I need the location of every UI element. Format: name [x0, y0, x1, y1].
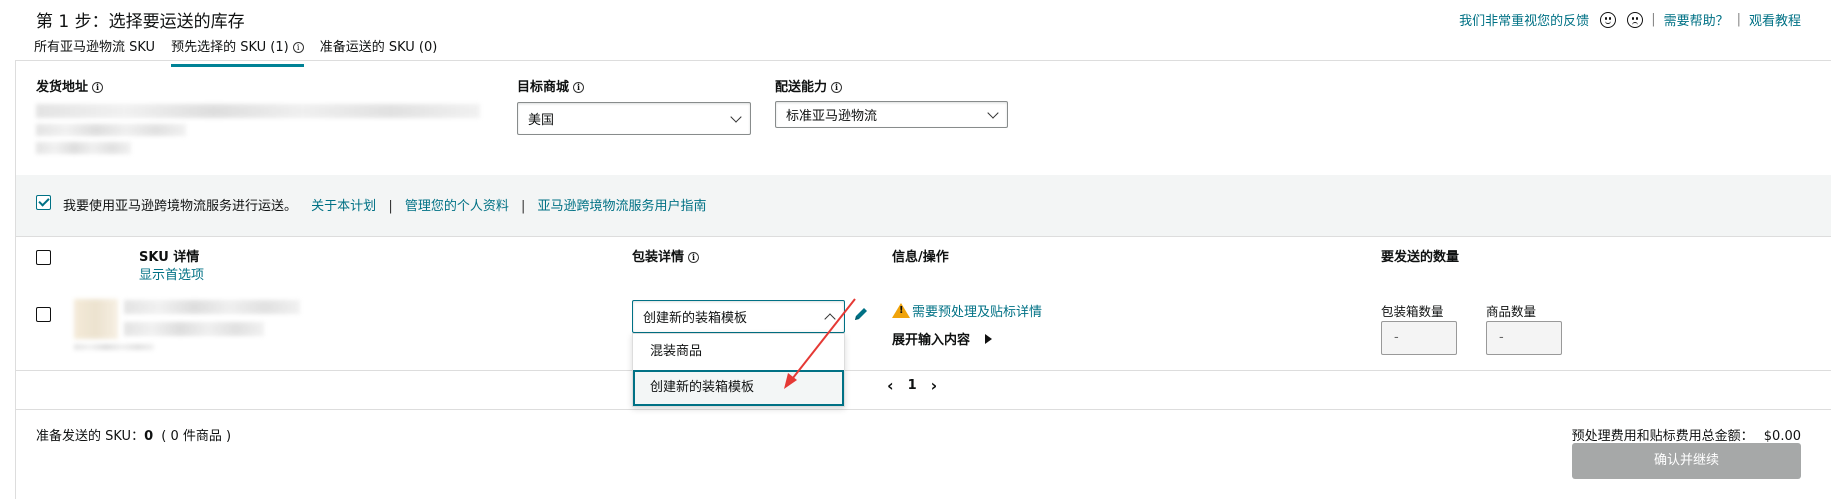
ready-sku-summary: 准备发送的 SKU：0 ( 0 件商品 ) — [36, 425, 231, 444]
separator: | — [388, 199, 393, 214]
separator: | — [521, 199, 526, 214]
select-all-checkbox[interactable] — [36, 250, 51, 265]
row-checkbox[interactable] — [36, 307, 51, 322]
fee-label: 预处理费用和贴标费用总金额： — [1571, 429, 1754, 444]
user-guide-link[interactable]: 亚马逊跨境物流服务用户指南 — [538, 199, 707, 214]
unit-qty-label: 商品数量 — [1486, 304, 1537, 319]
info-icon[interactable]: i — [92, 82, 104, 93]
divider — [16, 370, 1831, 371]
feedback-link[interactable]: 我们非常重视您的反馈 — [1459, 10, 1589, 29]
info-icon[interactable]: i — [688, 252, 700, 263]
warning-row: 需要预处理及贴标详情 — [892, 301, 1042, 320]
ready-sku-count: 0 — [144, 429, 154, 444]
help-link[interactable]: 需要帮助？ — [1664, 10, 1729, 29]
sad-face-icon[interactable] — [1627, 11, 1644, 28]
tutorial-link[interactable]: 观看教程 — [1749, 10, 1801, 29]
info-icon[interactable]: i — [831, 82, 843, 93]
top-links: 我们非常重视您的反馈 | 需要帮助？ | 观看教程 — [1459, 10, 1801, 29]
packing-details-header: 包装详情 i — [632, 246, 700, 265]
display-preferences-link[interactable]: 显示首选项 — [139, 264, 204, 283]
next-page-icon[interactable]: › — [931, 376, 938, 395]
consent-checkbox[interactable] — [36, 195, 51, 210]
consent-row: 我要使用亚马逊跨境物流服务进行运送。 关于本计划 | 管理您的个人资料 | 亚马… — [63, 195, 707, 214]
box-qty-input[interactable]: - — [1381, 321, 1457, 355]
info-icon[interactable]: i — [292, 42, 304, 53]
marketplace-select[interactable]: 美国 — [517, 102, 751, 135]
divider — [16, 236, 1831, 237]
manage-profile-link[interactable]: 管理您的个人资料 — [405, 199, 509, 214]
happy-face-icon[interactable] — [1600, 11, 1617, 28]
confirm-continue-button[interactable]: 确认并继续 — [1572, 443, 1801, 479]
chevron-down-icon — [987, 106, 999, 119]
box-qty-label: 包装箱数量 — [1381, 304, 1444, 319]
divider — [16, 409, 1831, 410]
about-program-link[interactable]: 关于本计划 — [311, 199, 376, 214]
marketplace-label: 目标商城 i — [517, 76, 585, 95]
quantity-header: 要发送的数量 — [1381, 250, 1460, 265]
chevron-down-icon — [730, 110, 742, 123]
step-title: 第 1 步：选择要运送的库存 — [36, 12, 245, 32]
separator: | — [1651, 12, 1656, 27]
fulfillment-capability-label: 配送能力 i — [775, 76, 843, 95]
ready-sku-label: 准备发送的 SKU： — [36, 429, 145, 444]
prev-page-icon[interactable]: ‹ — [887, 376, 894, 395]
info-icon[interactable]: i — [573, 82, 585, 93]
sku-details-header: SKU 详情 — [139, 250, 200, 265]
separator: | — [1736, 12, 1741, 27]
pagination: ‹ 1 › — [887, 376, 937, 395]
fee-summary: 预处理费用和贴标费用总金额： $0.00 — [1572, 425, 1801, 444]
ship-from-label: 发货地址 i — [36, 76, 104, 95]
prep-label-details-link[interactable]: 需要预处理及贴标详情 — [912, 305, 1042, 320]
annotation-arrow — [784, 298, 856, 389]
current-page[interactable]: 1 — [908, 378, 917, 393]
info-action-header: 信息/操作 — [892, 250, 949, 265]
fulfillment-capability-select[interactable]: 标准亚马逊物流 — [775, 101, 1008, 128]
play-arrow-icon — [984, 334, 992, 344]
ready-sku-items: ( 0 件商品 ) — [161, 429, 232, 444]
warning-icon — [892, 303, 910, 318]
fee-value: $0.00 — [1763, 429, 1801, 444]
unit-qty-input[interactable]: - — [1486, 321, 1562, 355]
consent-text: 我要使用亚马逊跨境物流服务进行运送。 — [63, 199, 298, 214]
expand-input-toggle[interactable]: 展开输入内容 — [892, 329, 992, 348]
divider — [16, 60, 1831, 61]
